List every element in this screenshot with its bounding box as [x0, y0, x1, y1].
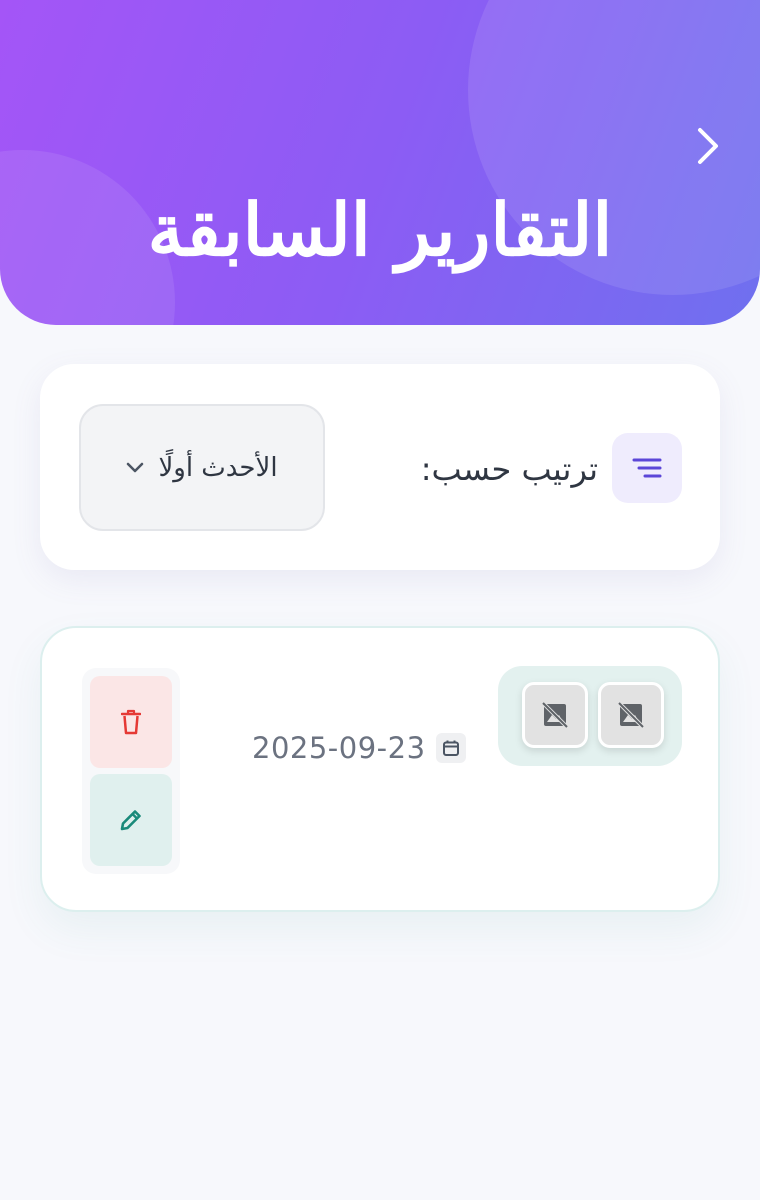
- sort-icon-container: [612, 433, 682, 503]
- pencil-icon: [120, 810, 141, 831]
- image-unavailable-icon: [617, 701, 645, 729]
- chevron-down-icon: [127, 462, 144, 472]
- edit-button[interactable]: [90, 774, 172, 866]
- sort-selected-value: الأحدث أولًا: [158, 452, 278, 483]
- report-image-thumbnail[interactable]: [522, 682, 588, 748]
- trash-icon: [121, 709, 141, 735]
- report-card[interactable]: 2025-09-23: [40, 626, 720, 912]
- calendar-icon: [435, 733, 466, 763]
- chevron-right-icon: [698, 128, 718, 164]
- page-header: التقارير السابقة: [0, 0, 760, 325]
- report-image-thumbnail[interactable]: [598, 682, 664, 748]
- sort-lines-icon: [632, 458, 662, 478]
- report-actions: [82, 668, 180, 874]
- report-date: 2025-09-23: [252, 728, 466, 768]
- sort-label: ترتيب حسب:: [420, 450, 598, 488]
- sort-card: ترتيب حسب: الأحدث أولًا: [40, 364, 720, 570]
- delete-button[interactable]: [90, 676, 172, 768]
- report-date-text: 2025-09-23: [252, 731, 426, 765]
- page: التقارير السابقة ترتيب حسب: الأحدث أولًا: [0, 0, 760, 1200]
- report-images: [498, 666, 682, 766]
- back-button[interactable]: [684, 120, 732, 172]
- sort-order-select[interactable]: الأحدث أولًا: [79, 404, 325, 531]
- image-unavailable-icon: [541, 701, 569, 729]
- page-title: التقارير السابقة: [147, 187, 613, 272]
